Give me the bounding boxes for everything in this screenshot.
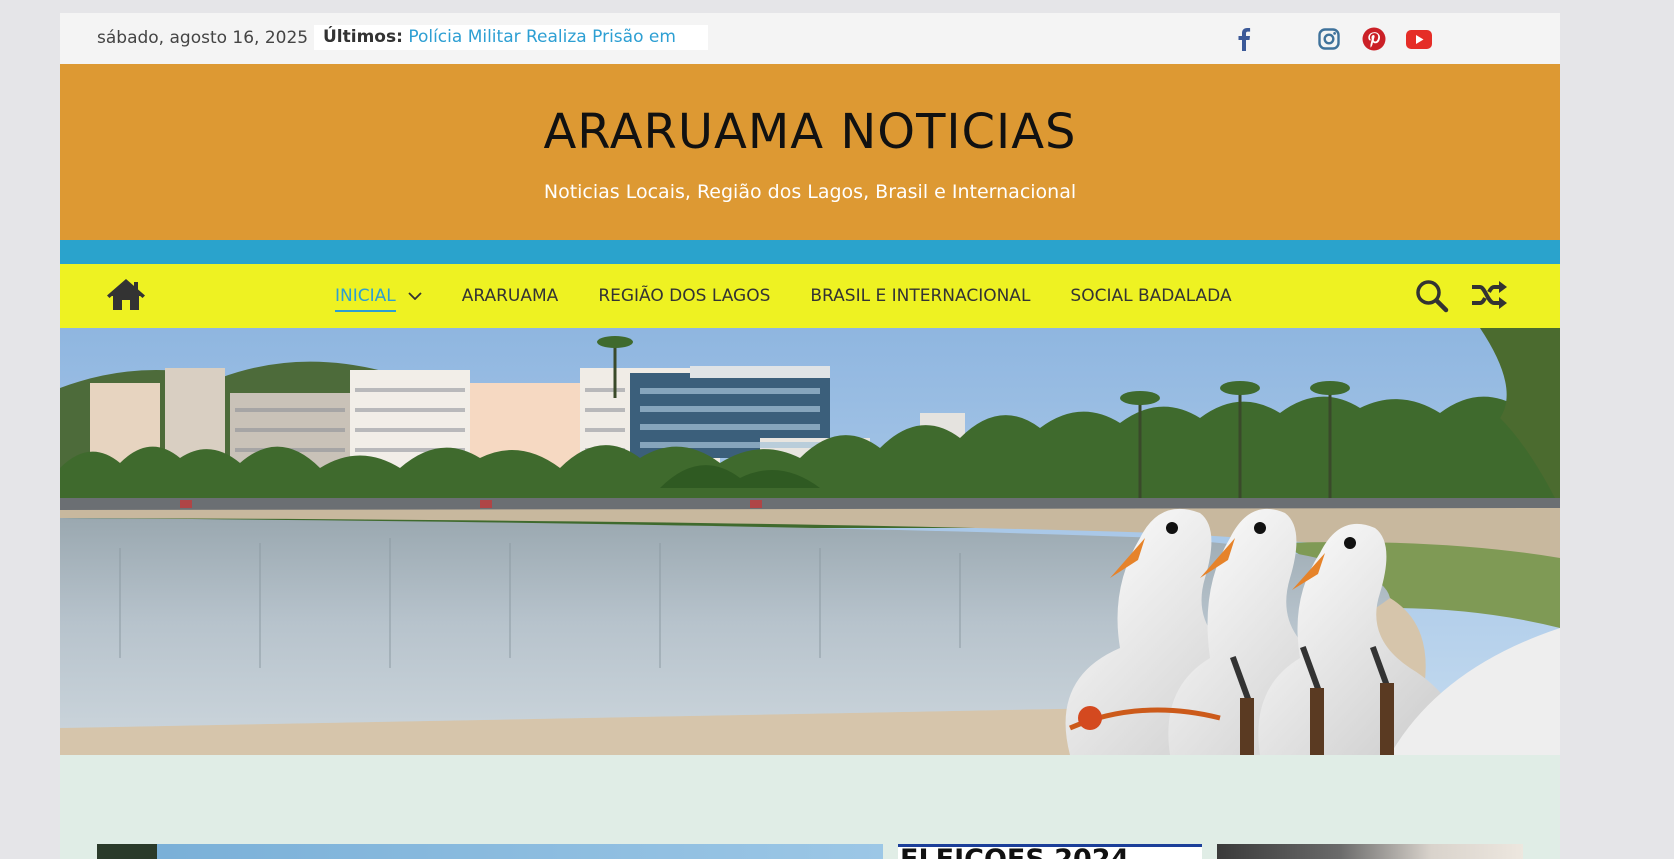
search-icon[interactable]: [1415, 279, 1449, 317]
youtube-icon[interactable]: [1405, 25, 1433, 53]
news-ticker: Últimos: Polícia Militar Realiza Prisão …: [314, 25, 708, 50]
random-post-icon[interactable]: [1472, 280, 1508, 314]
ticker-headline-link[interactable]: Polícia Militar Realiza Prisão em: [408, 27, 676, 47]
current-date: sábado, agosto 16, 2025: [97, 28, 309, 48]
site-title[interactable]: ARARUAMA NOTICIAS: [60, 104, 1560, 160]
menu-item-label: ARARUAMA: [461, 286, 559, 306]
site-header: ARARUAMA NOTICIAS Noticias Locais, Regiã…: [60, 64, 1560, 240]
menu-item-regiao-dos-lagos[interactable]: REGIÃO DOS LAGOS: [598, 286, 770, 306]
chevron-down-icon[interactable]: [408, 292, 422, 300]
content-area: ELEIÇÕES 2024: [60, 755, 1560, 859]
hero-banner-image: [60, 328, 1560, 755]
header-divider: [60, 240, 1560, 264]
menu-item-label: INICIAL: [335, 286, 396, 312]
instagram-icon[interactable]: [1315, 25, 1343, 53]
ticker-label: Últimos:: [323, 27, 403, 47]
menu-item-araruama[interactable]: ARARUAMA: [462, 286, 559, 306]
menu-item-social-badalada[interactable]: SOCIAL BADALADA: [1070, 286, 1231, 306]
top-bar: sábado, agosto 16, 2025 Últimos: Polícia…: [60, 13, 1560, 64]
post-thumbnail[interactable]: [1217, 844, 1523, 859]
home-icon[interactable]: [107, 279, 145, 315]
menu-item-brasil-e-internacional[interactable]: BRASIL E INTERNACIONAL: [810, 286, 1030, 306]
menu-item-inicial[interactable]: INICIAL: [335, 280, 422, 312]
menu-item-label: REGIÃO DOS LAGOS: [598, 286, 771, 306]
thumbnail-caption: ELEIÇÕES 2024: [900, 847, 1129, 859]
main-navigation: INICIAL ARARUAMA REGIÃO DOS LAGOS BRASIL…: [60, 264, 1560, 328]
post-thumbnail-eleicoes[interactable]: ELEIÇÕES 2024: [898, 844, 1202, 859]
facebook-icon[interactable]: [1230, 25, 1258, 53]
featured-post-image[interactable]: [97, 844, 883, 859]
pinterest-icon[interactable]: [1360, 25, 1388, 53]
menu-item-label: SOCIAL BADALADA: [1070, 286, 1232, 306]
site-tagline: Noticias Locais, Região dos Lagos, Brasi…: [543, 181, 1077, 203]
menu-item-label: BRASIL E INTERNACIONAL: [810, 286, 1031, 306]
primary-menu: INICIAL ARARUAMA REGIÃO DOS LAGOS BRASIL…: [335, 264, 1272, 328]
page: sábado, agosto 16, 2025 Últimos: Polícia…: [60, 13, 1560, 859]
